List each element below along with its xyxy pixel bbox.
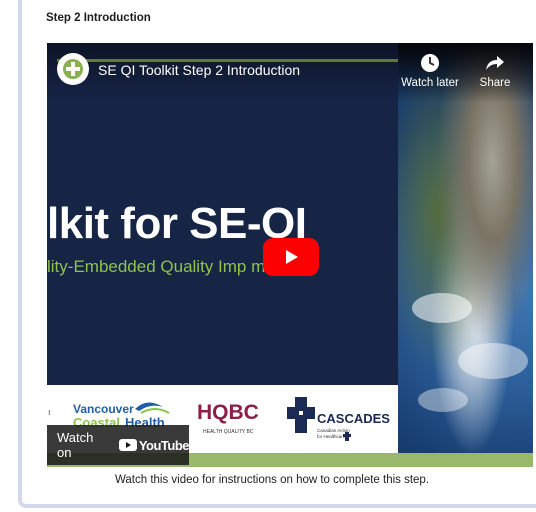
slide-subtitle: lity-Embedded Quality Imp ment — [47, 257, 289, 276]
step-heading: Step 2 Introduction — [46, 12, 151, 24]
clock-icon — [421, 54, 439, 72]
youtube-wordmark: YouTube — [138, 437, 190, 453]
share-button[interactable]: Share — [463, 53, 527, 89]
video-caption: Watch this video for instructions on how… — [114, 474, 430, 486]
step-card: Step 2 Introduction lkit for SE-QI lity-… — [18, 0, 536, 508]
share-icon — [486, 56, 504, 70]
cascades-logo-text: CASCADES — [317, 411, 390, 426]
watch-on-youtube-button[interactable]: Watch on YouTube — [47, 425, 190, 465]
watch-later-label: Watch later — [401, 77, 459, 89]
share-label: Share — [479, 77, 511, 89]
video-player[interactable]: lkit for SE-QI lity-Embedded Quality Imp… — [47, 43, 533, 467]
cascades-cross-icon — [287, 397, 315, 433]
play-icon — [286, 250, 298, 264]
youtube-logo-icon — [118, 439, 137, 451]
channel-logo-icon[interactable] — [57, 53, 89, 85]
play-button[interactable] — [263, 238, 319, 276]
watch-on-label: Watch on — [57, 430, 94, 460]
vch-logo-line1: Vancouver — [73, 402, 134, 416]
watch-later-button[interactable]: Watch later — [398, 53, 462, 89]
earth-image — [398, 43, 533, 467]
hqbc-logo-subtext: HEALTH QUALITY BC — [203, 429, 254, 435]
hqbc-logo-text: HQBC — [197, 401, 259, 424]
svg-text:ı: ı — [48, 407, 51, 417]
cascades-logo-subtext2: for Healthcare — [317, 434, 346, 439]
video-title[interactable]: SE QI Toolkit Step 2 Introduction — [98, 62, 300, 78]
